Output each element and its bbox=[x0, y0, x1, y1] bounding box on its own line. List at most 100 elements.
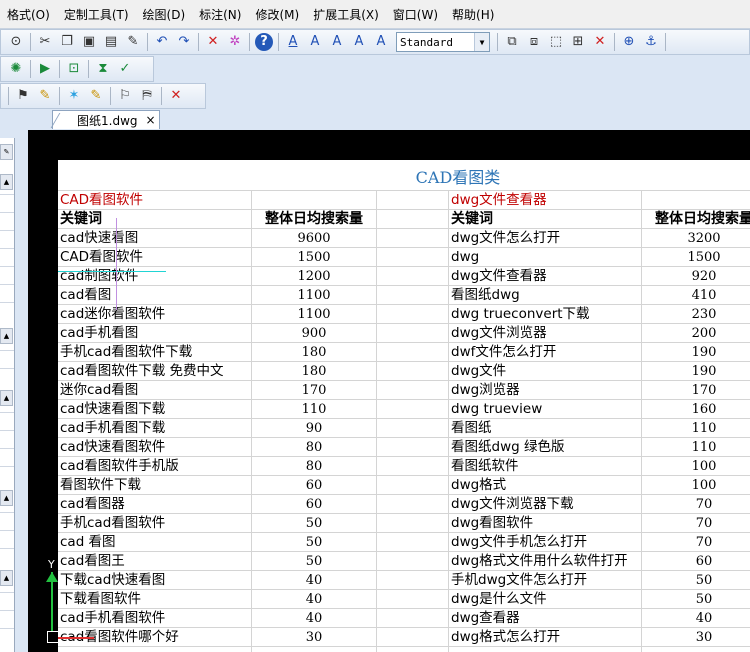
text-style-select[interactable]: Standard ▼ bbox=[396, 32, 490, 52]
table-cell-volume[interactable]: 920 bbox=[643, 267, 750, 286]
pin-edit-icon[interactable]: ✎ bbox=[36, 87, 54, 105]
paste-special-icon[interactable]: ▤ bbox=[102, 33, 120, 51]
add-icon[interactable]: ⊕ bbox=[620, 33, 638, 51]
table-cell-volume[interactable]: 70 bbox=[643, 495, 750, 514]
check-icon[interactable]: ✓ bbox=[116, 60, 134, 78]
menu-dimension[interactable]: 标注(N) bbox=[192, 6, 248, 23]
table-cell-volume[interactable]: 60 bbox=[253, 495, 375, 514]
table-cell-keyword[interactable]: dwg文件手机怎么打开 bbox=[451, 533, 587, 552]
text-style-icon[interactable]: A bbox=[350, 33, 368, 51]
table-cell-keyword[interactable]: CAD看图软件 bbox=[60, 248, 143, 267]
table-cell-keyword[interactable]: dwg文件浏览器 bbox=[451, 324, 547, 343]
layer-icon[interactable]: ▶ bbox=[36, 60, 54, 78]
table-cell-volume[interactable]: 60 bbox=[643, 552, 750, 571]
flag-edit-icon[interactable]: ⛿ bbox=[138, 87, 156, 105]
menu-extension-tools[interactable]: 扩展工具(X) bbox=[306, 6, 386, 23]
table-cell-keyword[interactable]: 看图软件下载 bbox=[60, 476, 141, 495]
menu-custom-tools[interactable]: 定制工具(T) bbox=[57, 6, 136, 23]
table-cell-keyword[interactable]: dwg查看器 bbox=[451, 609, 520, 628]
table-cell-volume[interactable]: 80 bbox=[253, 457, 375, 476]
cut-icon[interactable]: ✂ bbox=[36, 33, 54, 51]
table-cell-keyword[interactable]: dwg文件查看器 bbox=[451, 267, 547, 286]
table-cell-keyword[interactable]: dwg bbox=[451, 248, 479, 267]
anchor-icon[interactable]: ⚓ bbox=[642, 33, 660, 51]
table-cell-volume[interactable]: 70 bbox=[643, 533, 750, 552]
table-cell-keyword[interactable]: cad手机看图 bbox=[60, 324, 138, 343]
table-cell-keyword[interactable]: 看图纸 bbox=[451, 419, 492, 438]
table-cell-volume[interactable]: 40 bbox=[253, 590, 375, 609]
table-cell-keyword[interactable]: 手机dwg文件怎么打开 bbox=[451, 571, 587, 590]
tab-drawing[interactable]: 图纸1.dwg × bbox=[50, 110, 160, 129]
erase-icon[interactable]: ✕ bbox=[204, 33, 222, 51]
star-edit-icon[interactable]: ✎ bbox=[87, 87, 105, 105]
table-cell-keyword[interactable]: dwg格式 bbox=[451, 476, 506, 495]
table-cell-volume[interactable]: 30 bbox=[643, 628, 750, 647]
menu-format[interactable]: 格式(O) bbox=[0, 6, 57, 23]
text-underline-icon[interactable]: A bbox=[284, 33, 302, 51]
binoculars-icon[interactable]: ⊙ bbox=[7, 33, 25, 51]
table-cell-volume[interactable]: 200 bbox=[643, 324, 750, 343]
table-cell-volume[interactable]: 1500 bbox=[643, 248, 750, 267]
match-properties-icon[interactable]: ✎ bbox=[124, 33, 142, 51]
table-cell-keyword[interactable]: cad看图软件手机版 bbox=[60, 457, 179, 476]
table-cell-keyword[interactable]: cad制图软件 bbox=[60, 267, 138, 286]
table-cell-keyword[interactable]: dwg格式文件用什么软件打开 bbox=[451, 552, 628, 571]
menu-help[interactable]: 帮助(H) bbox=[445, 6, 501, 23]
table-cell-volume[interactable]: 1100 bbox=[253, 305, 375, 324]
table-cell-keyword[interactable]: dwg格式怎么打开 bbox=[451, 628, 560, 647]
table-cell-volume[interactable]: 70 bbox=[643, 514, 750, 533]
table-cell-keyword[interactable]: dwg浏览器 bbox=[451, 381, 520, 400]
table-cell-keyword[interactable]: dwg文件浏览器下载 bbox=[451, 495, 574, 514]
flag-icon[interactable]: ⚐ bbox=[116, 87, 134, 105]
star-icon[interactable]: ✶ bbox=[65, 87, 83, 105]
chevron-down-icon[interactable]: ▼ bbox=[474, 33, 489, 51]
table-cell-keyword[interactable]: cad看图软件下载 免费中文 bbox=[60, 362, 224, 381]
block-insert-icon[interactable]: ⧈ bbox=[525, 33, 543, 51]
table-cell-volume[interactable]: 170 bbox=[643, 381, 750, 400]
table-cell-volume[interactable]: 1500 bbox=[253, 248, 375, 267]
table-cell-keyword[interactable]: dwg trueconvert下载 bbox=[451, 305, 590, 324]
text-find-icon[interactable]: A bbox=[372, 33, 390, 51]
panel-collapse-icon[interactable]: ▲ bbox=[0, 490, 13, 506]
table-cell-volume[interactable]: 1200 bbox=[253, 267, 375, 286]
text-icon[interactable]: A bbox=[306, 33, 324, 51]
table-cell-volume[interactable]: 50 bbox=[253, 514, 375, 533]
table-cell-volume[interactable]: 50 bbox=[253, 552, 375, 571]
table-cell-volume[interactable]: 190 bbox=[643, 362, 750, 381]
undo-icon[interactable]: ↶ bbox=[153, 33, 171, 51]
table-cell-keyword[interactable]: cad快速看图下载 bbox=[60, 400, 165, 419]
panel-collapse-icon[interactable]: ▲ bbox=[0, 174, 13, 190]
table-cell-volume[interactable]: 110 bbox=[643, 438, 750, 457]
delete-icon[interactable]: ✕ bbox=[591, 33, 609, 51]
table-cell-volume[interactable]: 100 bbox=[643, 476, 750, 495]
table-cell-volume[interactable]: 180 bbox=[253, 362, 375, 381]
table-cell-volume[interactable]: 230 bbox=[643, 305, 750, 324]
table-cell-volume[interactable]: 60 bbox=[253, 476, 375, 495]
hourglass-icon[interactable]: ⧗ bbox=[94, 60, 112, 78]
table-cell-keyword[interactable]: cad快速看图 bbox=[60, 229, 138, 248]
table-cell-volume[interactable]: 30 bbox=[253, 628, 375, 647]
table-cell-volume[interactable]: 50 bbox=[253, 533, 375, 552]
table-cell-keyword[interactable]: dwg是什么文件 bbox=[451, 590, 547, 609]
menu-window[interactable]: 窗口(W) bbox=[386, 6, 445, 23]
table-cell-keyword[interactable]: 手机cad看图软件下载 bbox=[60, 343, 192, 362]
menu-modify[interactable]: 修改(M) bbox=[248, 6, 306, 23]
table-cell-keyword[interactable]: cad看图 bbox=[60, 286, 111, 305]
table-cell-volume[interactable]: 110 bbox=[253, 400, 375, 419]
table-cell-volume[interactable]: 110 bbox=[643, 419, 750, 438]
redo-icon[interactable]: ↷ bbox=[175, 33, 193, 51]
table-cell-volume[interactable]: 100 bbox=[643, 457, 750, 476]
table-cell-keyword[interactable]: 迷你cad看图 bbox=[60, 381, 138, 400]
table-cell-volume[interactable]: 80 bbox=[253, 438, 375, 457]
table-cell-volume[interactable]: 900 bbox=[253, 324, 375, 343]
table-cell-volume[interactable]: 90 bbox=[253, 419, 375, 438]
remove-icon[interactable]: ✕ bbox=[167, 87, 185, 105]
table-cell-keyword[interactable]: dwg trueview bbox=[451, 400, 542, 419]
table-cell-keyword[interactable]: 看图纸dwg 绿色版 bbox=[451, 438, 564, 457]
menu-draw[interactable]: 绘图(D) bbox=[136, 6, 193, 23]
table-cell-keyword[interactable]: 看图纸dwg bbox=[451, 286, 520, 305]
table-cell-keyword[interactable]: cad快速看图软件 bbox=[60, 438, 165, 457]
table-cell-keyword[interactable]: 看图纸软件 bbox=[451, 457, 519, 476]
panel-collapse-icon[interactable]: ▲ bbox=[0, 328, 13, 344]
pin-icon[interactable]: ⚑ bbox=[14, 87, 32, 105]
